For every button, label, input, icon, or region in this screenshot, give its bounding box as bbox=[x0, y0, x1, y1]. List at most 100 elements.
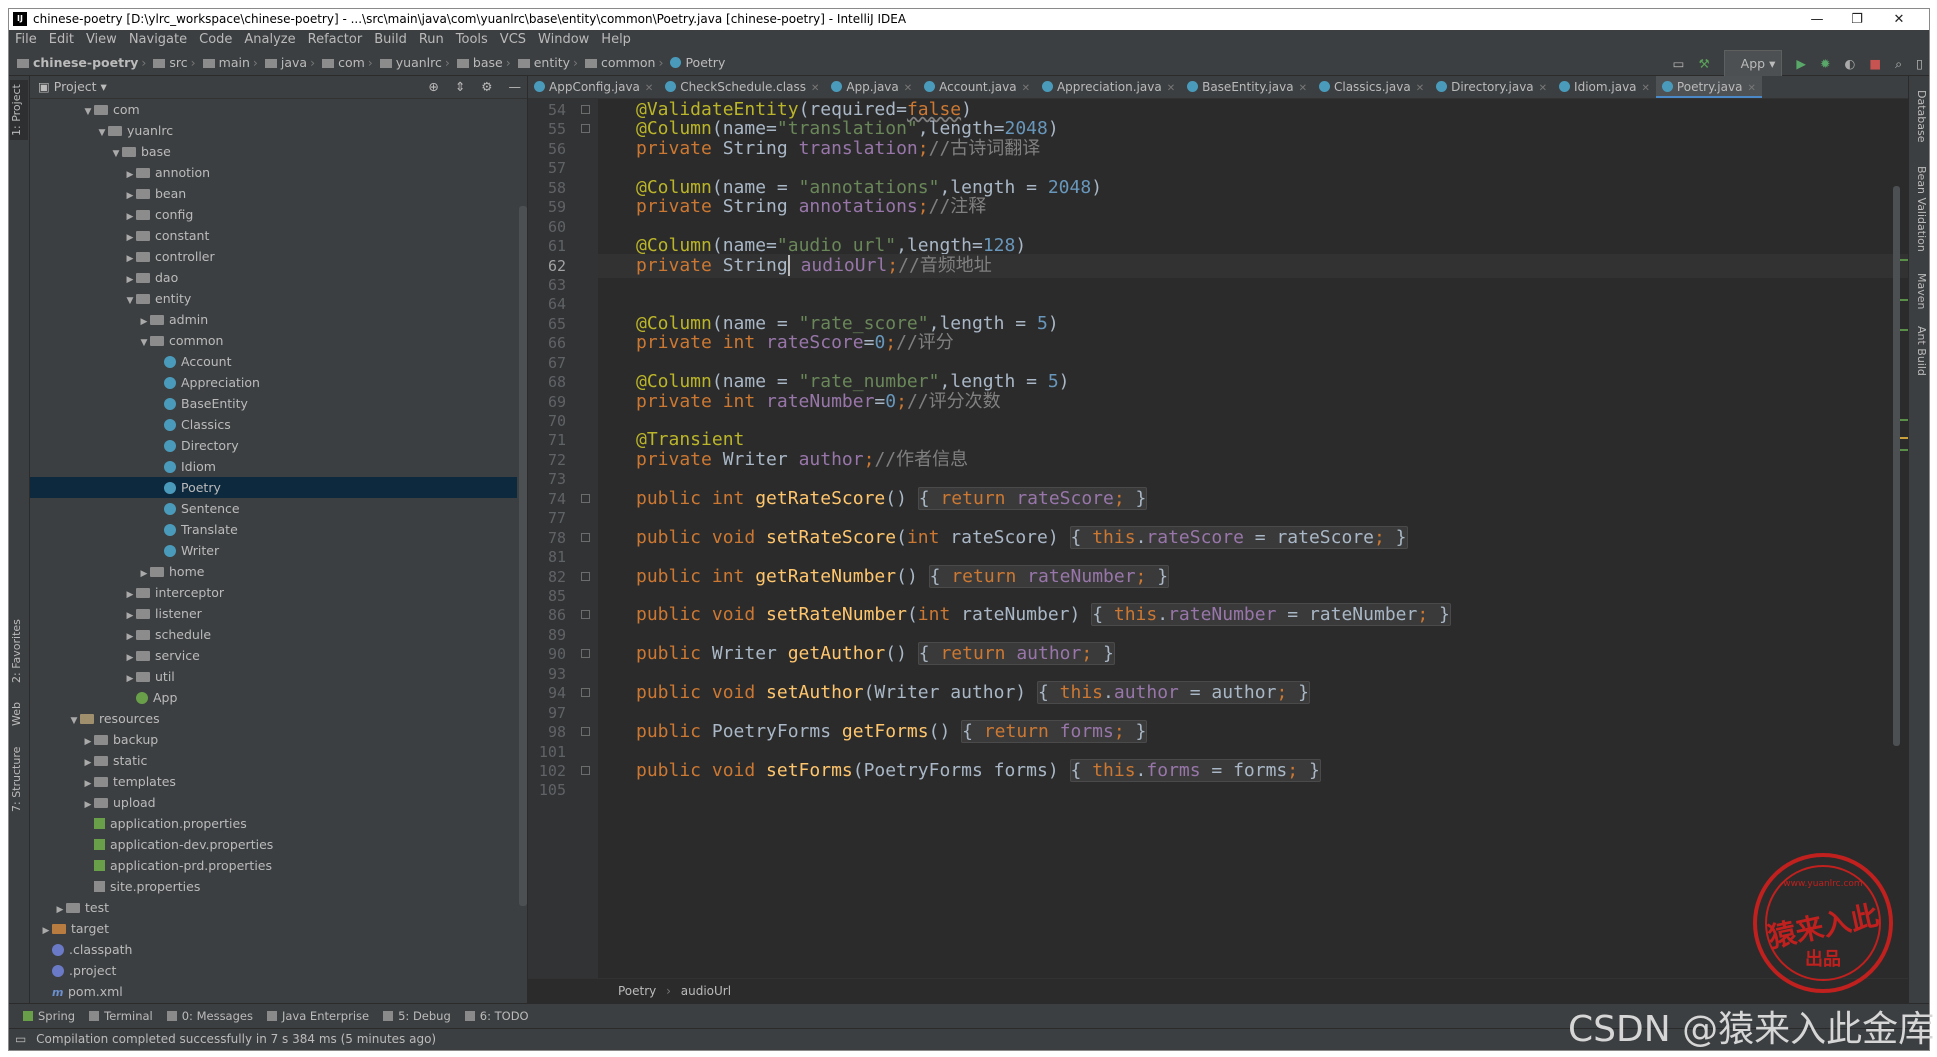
fold-toggle-icon[interactable] bbox=[581, 688, 590, 698]
menu-vcs[interactable]: VCS bbox=[494, 30, 532, 50]
tree-item[interactable]: ▶ controller bbox=[30, 246, 517, 267]
tree-item[interactable]: ▼ yuanlrc bbox=[30, 120, 517, 141]
tab-project[interactable]: 1: Project bbox=[10, 80, 28, 140]
editor-crumb-class[interactable]: Poetry bbox=[618, 984, 656, 998]
tool-window-spring[interactable]: Spring bbox=[23, 1004, 75, 1029]
menu-window[interactable]: Window bbox=[532, 30, 595, 50]
close-tab-icon[interactable]: ✕ bbox=[904, 83, 912, 94]
close-tab-icon[interactable]: ✕ bbox=[811, 83, 819, 94]
tree-item[interactable]: ▶ home bbox=[30, 561, 517, 582]
tree-item[interactable]: application.properties bbox=[30, 813, 517, 834]
fold-toggle-icon[interactable] bbox=[581, 649, 590, 659]
fold-toggle-icon[interactable] bbox=[581, 124, 590, 134]
tab-structure[interactable]: 7: Structure bbox=[10, 744, 28, 814]
tree-item[interactable]: ▼ common bbox=[30, 330, 517, 351]
tree-item[interactable]: application-prd.properties bbox=[30, 855, 517, 876]
tree-item[interactable]: Idiom bbox=[30, 456, 517, 477]
minimize-icon[interactable]: — bbox=[1797, 9, 1837, 30]
close-tab-icon[interactable]: ✕ bbox=[645, 83, 653, 94]
tree-item[interactable]: m pom.xml bbox=[30, 981, 517, 1002]
menu-file[interactable]: File bbox=[9, 30, 43, 50]
close-tab-icon[interactable]: ✕ bbox=[1642, 83, 1650, 94]
editor-tab[interactable]: App.java ✕ bbox=[825, 76, 918, 98]
tree-item[interactable]: Translate bbox=[30, 519, 517, 540]
tree-item[interactable]: site.properties bbox=[30, 876, 517, 897]
breadcrumb-src[interactable]: src › bbox=[151, 50, 200, 75]
tree-item[interactable]: ▼ com bbox=[30, 99, 517, 120]
breadcrumb-base[interactable]: base › bbox=[455, 50, 516, 75]
code-area[interactable]: @ValidateEntity(required=false) @Column(n… bbox=[598, 99, 1908, 979]
hide-panel-icon[interactable]: — bbox=[509, 79, 522, 94]
breadcrumb-poetry[interactable]: Poetry bbox=[668, 50, 727, 75]
tree-item[interactable]: BaseEntity bbox=[30, 393, 517, 414]
build-hammer-icon[interactable]: ⚒ bbox=[1698, 51, 1709, 76]
tool-window-5-debug[interactable]: 5: Debug bbox=[383, 1004, 451, 1029]
stop-icon[interactable]: ■ bbox=[1869, 51, 1881, 76]
editor-tab[interactable]: Directory.java ✕ bbox=[1430, 76, 1553, 98]
fold-toggle-icon[interactable] bbox=[581, 571, 590, 581]
tool-window-0-messages[interactable]: 0: Messages bbox=[166, 1004, 253, 1029]
tree-item[interactable]: ▶ service bbox=[30, 645, 517, 666]
menu-navigate[interactable]: Navigate bbox=[123, 30, 193, 50]
tree-item[interactable]: ▶ constant bbox=[30, 225, 517, 246]
debug-icon[interactable]: ✹ bbox=[1820, 51, 1830, 76]
tool-window-terminal[interactable]: Terminal bbox=[89, 1004, 153, 1029]
tree-item[interactable]: ▶ target bbox=[30, 918, 517, 939]
breadcrumb-yuanlrc[interactable]: yuanlrc › bbox=[378, 50, 455, 75]
tree-item[interactable]: ▶ bean bbox=[30, 183, 517, 204]
tree-item[interactable]: ▶ templates bbox=[30, 771, 517, 792]
close-tab-icon[interactable]: ✕ bbox=[1539, 83, 1547, 94]
run-config-select[interactable]: App ▾ bbox=[1723, 50, 1783, 77]
tree-item[interactable]: ▶ test bbox=[30, 897, 517, 918]
breadcrumb-java[interactable]: java › bbox=[263, 50, 320, 75]
project-view-select[interactable]: ▣ Project ▾ bbox=[38, 79, 107, 94]
menu-view[interactable]: View bbox=[80, 30, 123, 50]
editor-tab[interactable]: Account.java ✕ bbox=[918, 76, 1036, 98]
tree-item[interactable]: application-dev.properties bbox=[30, 834, 517, 855]
editor-tab[interactable]: AppConfig.java ✕ bbox=[528, 76, 659, 98]
tree-item[interactable]: ▶ admin bbox=[30, 309, 517, 330]
tree-item[interactable]: Classics bbox=[30, 414, 517, 435]
locate-icon[interactable]: ⊕ bbox=[428, 79, 438, 94]
menu-analyze[interactable]: Analyze bbox=[238, 30, 301, 50]
tree-item[interactable]: ▶ interceptor bbox=[30, 582, 517, 603]
tree-item[interactable]: ▶ annotion bbox=[30, 162, 517, 183]
split-icon[interactable]: ▯ bbox=[1916, 51, 1923, 76]
tree-item[interactable]: ▶ config bbox=[30, 204, 517, 225]
menu-run[interactable]: Run bbox=[413, 30, 450, 50]
tree-item[interactable]: ▶ dao bbox=[30, 267, 517, 288]
close-tab-icon[interactable]: ✕ bbox=[1299, 83, 1307, 94]
tool-window-java-enterprise[interactable]: Java Enterprise bbox=[266, 1004, 369, 1029]
tree-item[interactable]: ▼ base bbox=[30, 141, 517, 162]
menu-help[interactable]: Help bbox=[595, 30, 637, 50]
tree-item[interactable]: .classpath bbox=[30, 939, 517, 960]
tab-bean-validation[interactable]: Bean Validation bbox=[1910, 156, 1928, 261]
close-tab-icon[interactable]: ✕ bbox=[1416, 83, 1424, 94]
editor-tab[interactable]: Poetry.java ✕ bbox=[1655, 76, 1762, 98]
project-scrollbar[interactable] bbox=[519, 206, 527, 906]
editor-tab[interactable]: Idiom.java ✕ bbox=[1553, 76, 1656, 98]
tab-ant-build[interactable]: Ant Build bbox=[1910, 321, 1928, 381]
tree-item[interactable]: ▶ static bbox=[30, 750, 517, 771]
close-tab-icon[interactable]: ✕ bbox=[1747, 83, 1755, 94]
close-tab-icon[interactable]: ✕ bbox=[1167, 83, 1175, 94]
editor-tab[interactable]: CheckSchedule.class ✕ bbox=[659, 76, 825, 98]
fold-toggle-icon[interactable] bbox=[581, 727, 590, 737]
menu-refactor[interactable]: Refactor bbox=[302, 30, 369, 50]
breadcrumb-entity[interactable]: entity › bbox=[516, 50, 583, 75]
menu-tools[interactable]: Tools bbox=[450, 30, 494, 50]
tree-item[interactable]: ▶ backup bbox=[30, 729, 517, 750]
tree-item[interactable]: ▼ entity bbox=[30, 288, 517, 309]
tree-item[interactable]: ▶ schedule bbox=[30, 624, 517, 645]
fold-toggle-icon[interactable] bbox=[581, 532, 590, 542]
tree-item[interactable]: ▶ listener bbox=[30, 603, 517, 624]
tree-item[interactable]: Writer bbox=[30, 540, 517, 561]
editor-tab[interactable]: Classics.java ✕ bbox=[1313, 76, 1430, 98]
editor-tab[interactable]: BaseEntity.java ✕ bbox=[1181, 76, 1313, 98]
tree-item[interactable]: ▶ util bbox=[30, 666, 517, 687]
run-icon[interactable]: ▶ bbox=[1796, 51, 1806, 76]
tab-maven[interactable]: Maven bbox=[1910, 271, 1928, 311]
restore-icon[interactable]: ❐ bbox=[1837, 9, 1877, 30]
editor-tab[interactable]: Appreciation.java ✕ bbox=[1036, 76, 1181, 98]
fold-toggle-icon[interactable] bbox=[581, 765, 590, 775]
